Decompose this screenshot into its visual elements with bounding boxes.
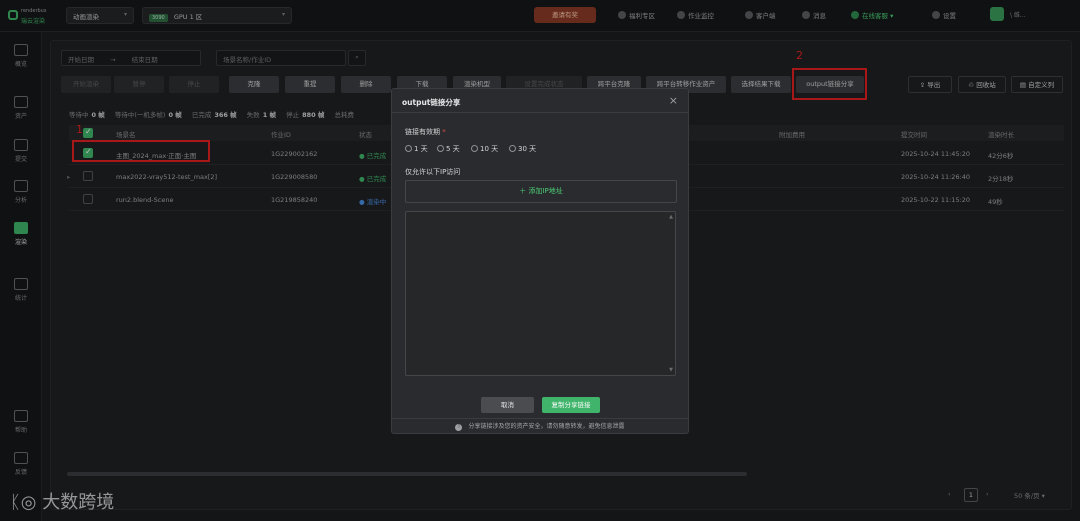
radio-icon bbox=[471, 145, 478, 152]
validity-option-30d[interactable]: 30 天 bbox=[509, 144, 536, 154]
output-link-share-dialog: output链接分享 × 链接有效期 * 1 天 5 天 10 天 30 天 仅… bbox=[391, 88, 689, 434]
info-icon: ! bbox=[455, 424, 463, 431]
validity-option-1d[interactable]: 1 天 bbox=[405, 144, 428, 154]
option-label: 5 天 bbox=[446, 145, 460, 153]
radio-icon bbox=[509, 145, 516, 152]
option-label: 1 天 bbox=[414, 145, 428, 153]
cancel-button[interactable]: 取消 bbox=[481, 397, 534, 413]
dialog-title: output链接分享 bbox=[402, 98, 461, 107]
add-ip-label: 添加IP地址 bbox=[528, 187, 563, 195]
validity-label-text: 链接有效期 bbox=[405, 128, 440, 136]
security-notice-text: 分享链接涉及您的资产安全，请勿随意转发，避免信息泄露 bbox=[468, 423, 625, 430]
radio-icon bbox=[405, 145, 412, 152]
validity-option-5d[interactable]: 5 天 bbox=[437, 144, 460, 154]
ip-whitelist-label: 仅允许以下IP访问 bbox=[405, 168, 461, 176]
ip-address-textarea[interactable]: ▲ ▼ bbox=[405, 211, 676, 376]
copy-share-link-button[interactable]: 复制分享链接 bbox=[542, 397, 600, 413]
radio-icon bbox=[437, 145, 444, 152]
required-mark: * bbox=[442, 128, 446, 136]
validity-option-10d[interactable]: 10 天 bbox=[471, 144, 498, 154]
validity-label: 链接有效期 * bbox=[405, 127, 446, 137]
option-label: 10 天 bbox=[480, 145, 499, 153]
add-ip-button[interactable]: ＋ 添加IP地址 bbox=[405, 180, 677, 203]
option-label: 30 天 bbox=[518, 145, 537, 153]
dialog-header: output链接分享 × bbox=[392, 89, 688, 113]
close-icon[interactable]: × bbox=[669, 94, 678, 107]
security-notice: ! 分享链接涉及您的资产安全，请勿随意转发，避免信息泄露 bbox=[392, 418, 688, 434]
scroll-down-icon: ▼ bbox=[669, 367, 673, 373]
scroll-up-icon: ▲ bbox=[669, 214, 673, 220]
